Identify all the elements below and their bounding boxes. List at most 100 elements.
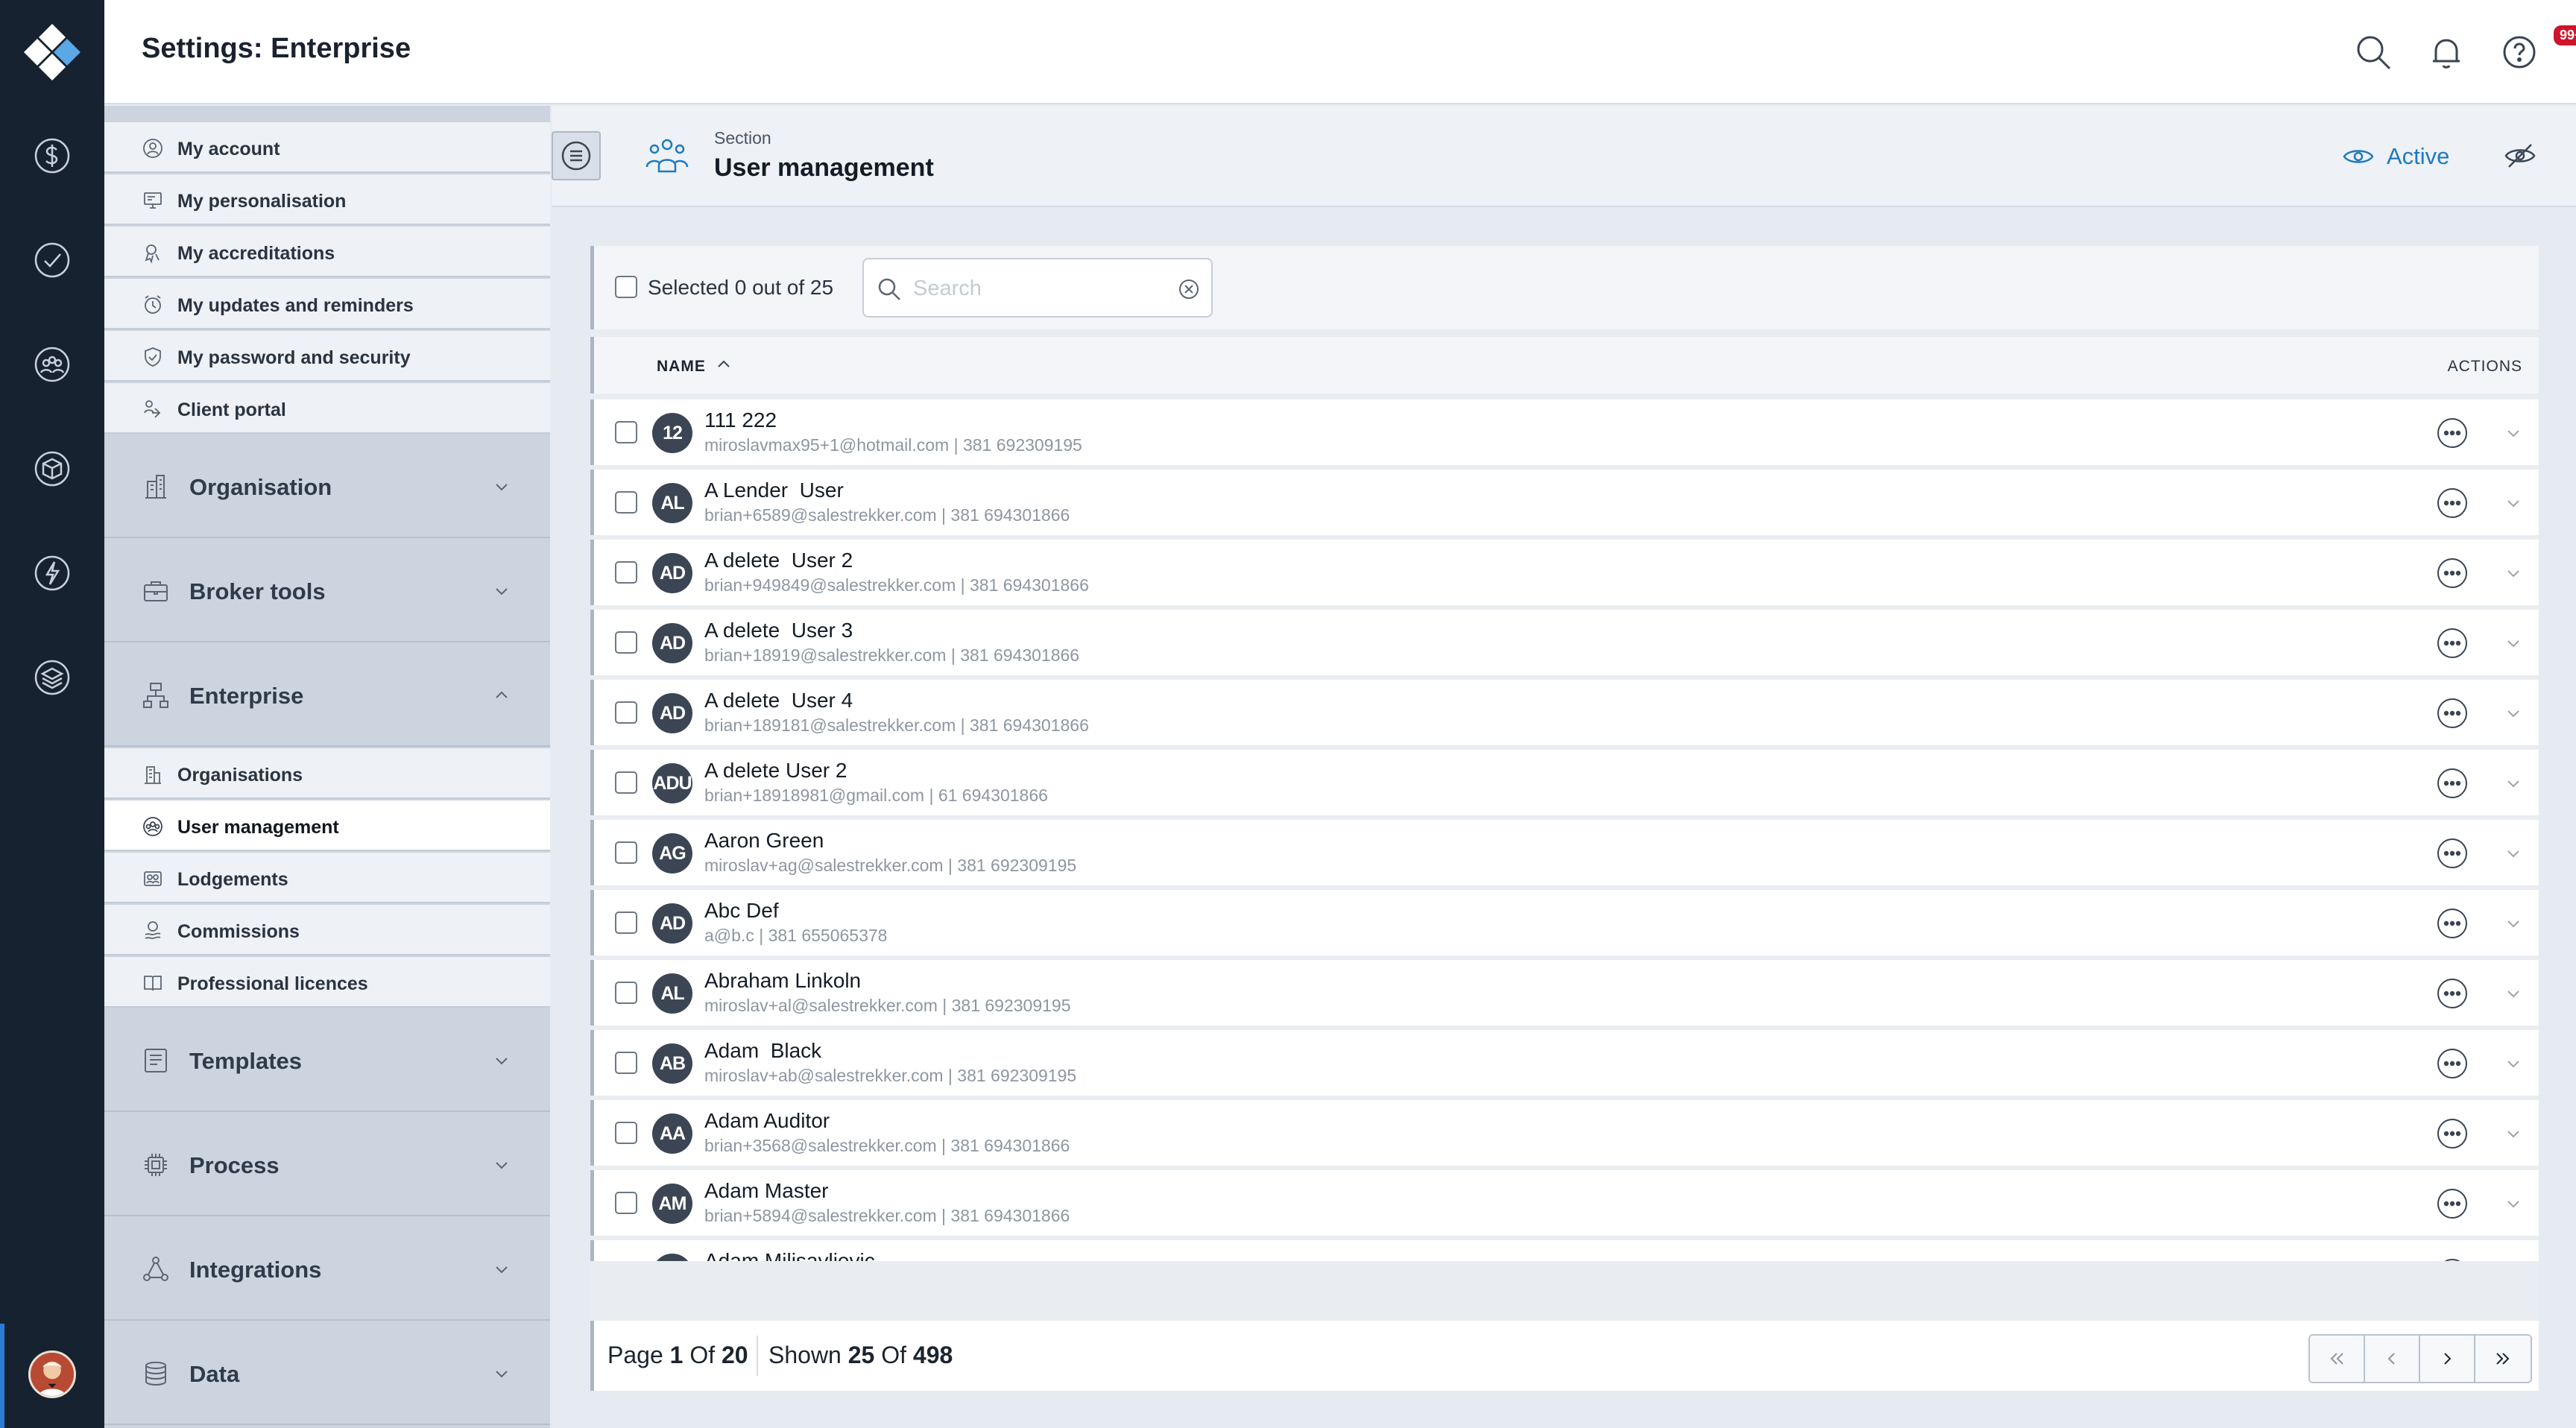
more-actions-icon[interactable] (2435, 1257, 2469, 1261)
more-actions-icon[interactable] (2435, 906, 2469, 941)
sidebar-group-integrations[interactable]: Integrations (104, 1218, 550, 1321)
table-row[interactable]: ADU A delete User 2 brian+18918981@gmail.c… (590, 750, 2539, 815)
check-circle-icon[interactable] (32, 240, 72, 280)
sidebar-group-process[interactable]: Process (104, 1113, 550, 1216)
bell-icon[interactable] (2425, 31, 2467, 73)
user-contact: brian+3568@salestrekker.com | 381 694301… (704, 1136, 1070, 1155)
more-actions-icon[interactable] (2435, 486, 2469, 520)
clear-icon[interactable] (1177, 277, 1201, 301)
chevron-down-icon[interactable] (2504, 493, 2523, 513)
sidebar-group-organisation[interactable]: Organisation (104, 435, 550, 538)
eye-off-icon[interactable] (2503, 139, 2537, 173)
chevron-down-icon[interactable] (2504, 1194, 2523, 1213)
sidebar-item-my-password[interactable]: My password and security (104, 331, 550, 382)
sidebar-item-lodgements[interactable]: Lodgements (104, 853, 550, 903)
row-checkbox[interactable] (615, 912, 637, 934)
column-header-actions: ACTIONS (2447, 358, 2522, 375)
table-row[interactable]: AB Adam Black miroslav+ab@salestrekker.com… (590, 1030, 2539, 1096)
table-row[interactable]: AD A delete User 4 brian+189181@salestrekk… (590, 680, 2539, 745)
sidebar-item-professional-licences[interactable]: Professional licences (104, 957, 550, 1008)
table-row[interactable]: 12 111 222 miroslavmax95+1@hotmail.com | 3… (590, 399, 2539, 465)
selected-count: Selected 0 out of 25 (648, 276, 834, 299)
row-checkbox[interactable] (615, 1192, 637, 1214)
last-page-button[interactable] (2475, 1336, 2531, 1382)
help-icon[interactable] (2498, 31, 2540, 73)
sidebar-group-broker-tools[interactable]: Broker tools (104, 540, 550, 642)
lightning-icon[interactable] (32, 553, 72, 593)
search-input[interactable] (913, 271, 1159, 306)
eye-icon[interactable] (2342, 140, 2375, 173)
box-icon[interactable] (32, 449, 72, 489)
chevron-down-icon[interactable] (2504, 914, 2523, 933)
table-row[interactable]: AMAdam Milisavljevicadam@salestrekker.co… (590, 1240, 2539, 1261)
select-all-checkbox[interactable] (615, 276, 637, 298)
more-actions-icon[interactable] (2435, 626, 2469, 660)
row-checkbox[interactable] (615, 1122, 637, 1144)
row-checkbox[interactable] (615, 421, 637, 443)
chevron-down-icon[interactable] (2504, 563, 2523, 583)
chevron-down-icon[interactable] (2504, 1124, 2523, 1143)
chevron-down-icon[interactable] (2504, 984, 2523, 1003)
table-row[interactable]: AD A delete User 3 brian+18919@salestrekke… (590, 610, 2539, 675)
app-logo[interactable] (21, 21, 83, 83)
more-actions-icon[interactable] (2435, 696, 2469, 730)
chevron-down-icon[interactable] (2504, 634, 2523, 653)
previous-page-button[interactable] (2365, 1336, 2420, 1382)
user-contact: brian+18919@salestrekker.com | 381 69430… (704, 645, 1080, 665)
more-actions-icon[interactable] (2435, 1187, 2469, 1221)
table-row[interactable]: AD Abc Def a@b.c | 381 655065378 (590, 890, 2539, 955)
search-icon[interactable] (2352, 31, 2394, 73)
more-actions-icon[interactable] (2435, 1046, 2469, 1081)
chevron-down-icon[interactable] (2504, 704, 2523, 723)
table-row[interactable]: AA Adam Auditor brian+3568@salestrekker.co… (590, 1100, 2539, 1166)
sidebar-item-user-management[interactable]: User management (104, 800, 550, 851)
table-row[interactable]: AM Adam Master brian+5894@salestrekker.com… (590, 1170, 2539, 1236)
status-active-toggle[interactable]: Active (2387, 143, 2449, 170)
sidebar-item-commissions[interactable]: Commissions (104, 905, 550, 955)
chevron-down-icon[interactable] (2504, 1054, 2523, 1073)
layers-icon[interactable] (32, 657, 72, 698)
first-page-button[interactable] (2310, 1336, 2365, 1382)
row-checkbox[interactable] (615, 701, 637, 724)
more-actions-icon[interactable] (2435, 416, 2469, 450)
more-actions-icon[interactable] (2435, 556, 2469, 590)
more-actions-icon[interactable] (2435, 1116, 2469, 1151)
people-icon[interactable] (32, 344, 72, 385)
row-checkbox[interactable] (615, 491, 637, 514)
row-checkbox[interactable] (615, 1052, 637, 1074)
row-checkbox[interactable] (615, 841, 637, 864)
alarm-icon (142, 294, 164, 316)
chevron-down-icon[interactable] (2504, 844, 2523, 863)
sidebar-item-client-portal[interactable]: Client portal (104, 383, 550, 434)
sidebar-item-organisations[interactable]: Organisations (104, 748, 550, 799)
page-title: Settings: Enterprise (142, 33, 411, 64)
row-checkbox[interactable] (615, 982, 637, 1004)
row-checkbox[interactable] (615, 631, 637, 654)
column-header-name[interactable]: NAME (657, 358, 706, 376)
sidebar-item-my-accreditations[interactable]: My accreditations (104, 227, 550, 277)
sidebar-group-data[interactable]: Data (104, 1322, 550, 1425)
sidebar-item-my-account[interactable]: My account (104, 122, 550, 173)
sidebar-group-enterprise[interactable]: Enterprise (104, 644, 550, 747)
chevron-down-icon[interactable] (2504, 423, 2523, 443)
more-actions-icon[interactable] (2435, 766, 2469, 800)
more-actions-icon[interactable] (2435, 976, 2469, 1011)
table-row[interactable]: AL Abraham Linkoln miroslav+al@salestrekke… (590, 960, 2539, 1026)
sidebar-item-label: User management (177, 817, 339, 838)
user-avatar[interactable] (28, 1350, 76, 1398)
more-actions-icon[interactable] (2435, 836, 2469, 871)
sort-ascending-icon[interactable] (713, 353, 734, 374)
sidebar-item-my-updates[interactable]: My updates and reminders (104, 279, 550, 329)
user-name: A Lender User (704, 478, 844, 502)
table-row[interactable]: AG Aaron Green miroslav+ag@salestrekker.co… (590, 820, 2539, 885)
row-checkbox[interactable] (615, 561, 637, 584)
collapse-sidebar-button[interactable] (552, 131, 601, 180)
table-row[interactable]: AD A delete User 2 brian+949849@salestrekk… (590, 540, 2539, 605)
row-checkbox[interactable] (615, 771, 637, 794)
table-row[interactable]: AL A Lender User brian+6589@salestrekker.c… (590, 470, 2539, 535)
dollar-icon[interactable] (32, 136, 72, 176)
sidebar-item-my-personalisation[interactable]: My personalisation (104, 174, 550, 225)
chevron-down-icon[interactable] (2504, 774, 2523, 793)
next-page-button[interactable] (2420, 1336, 2475, 1382)
sidebar-group-templates[interactable]: Templates (104, 1009, 550, 1112)
